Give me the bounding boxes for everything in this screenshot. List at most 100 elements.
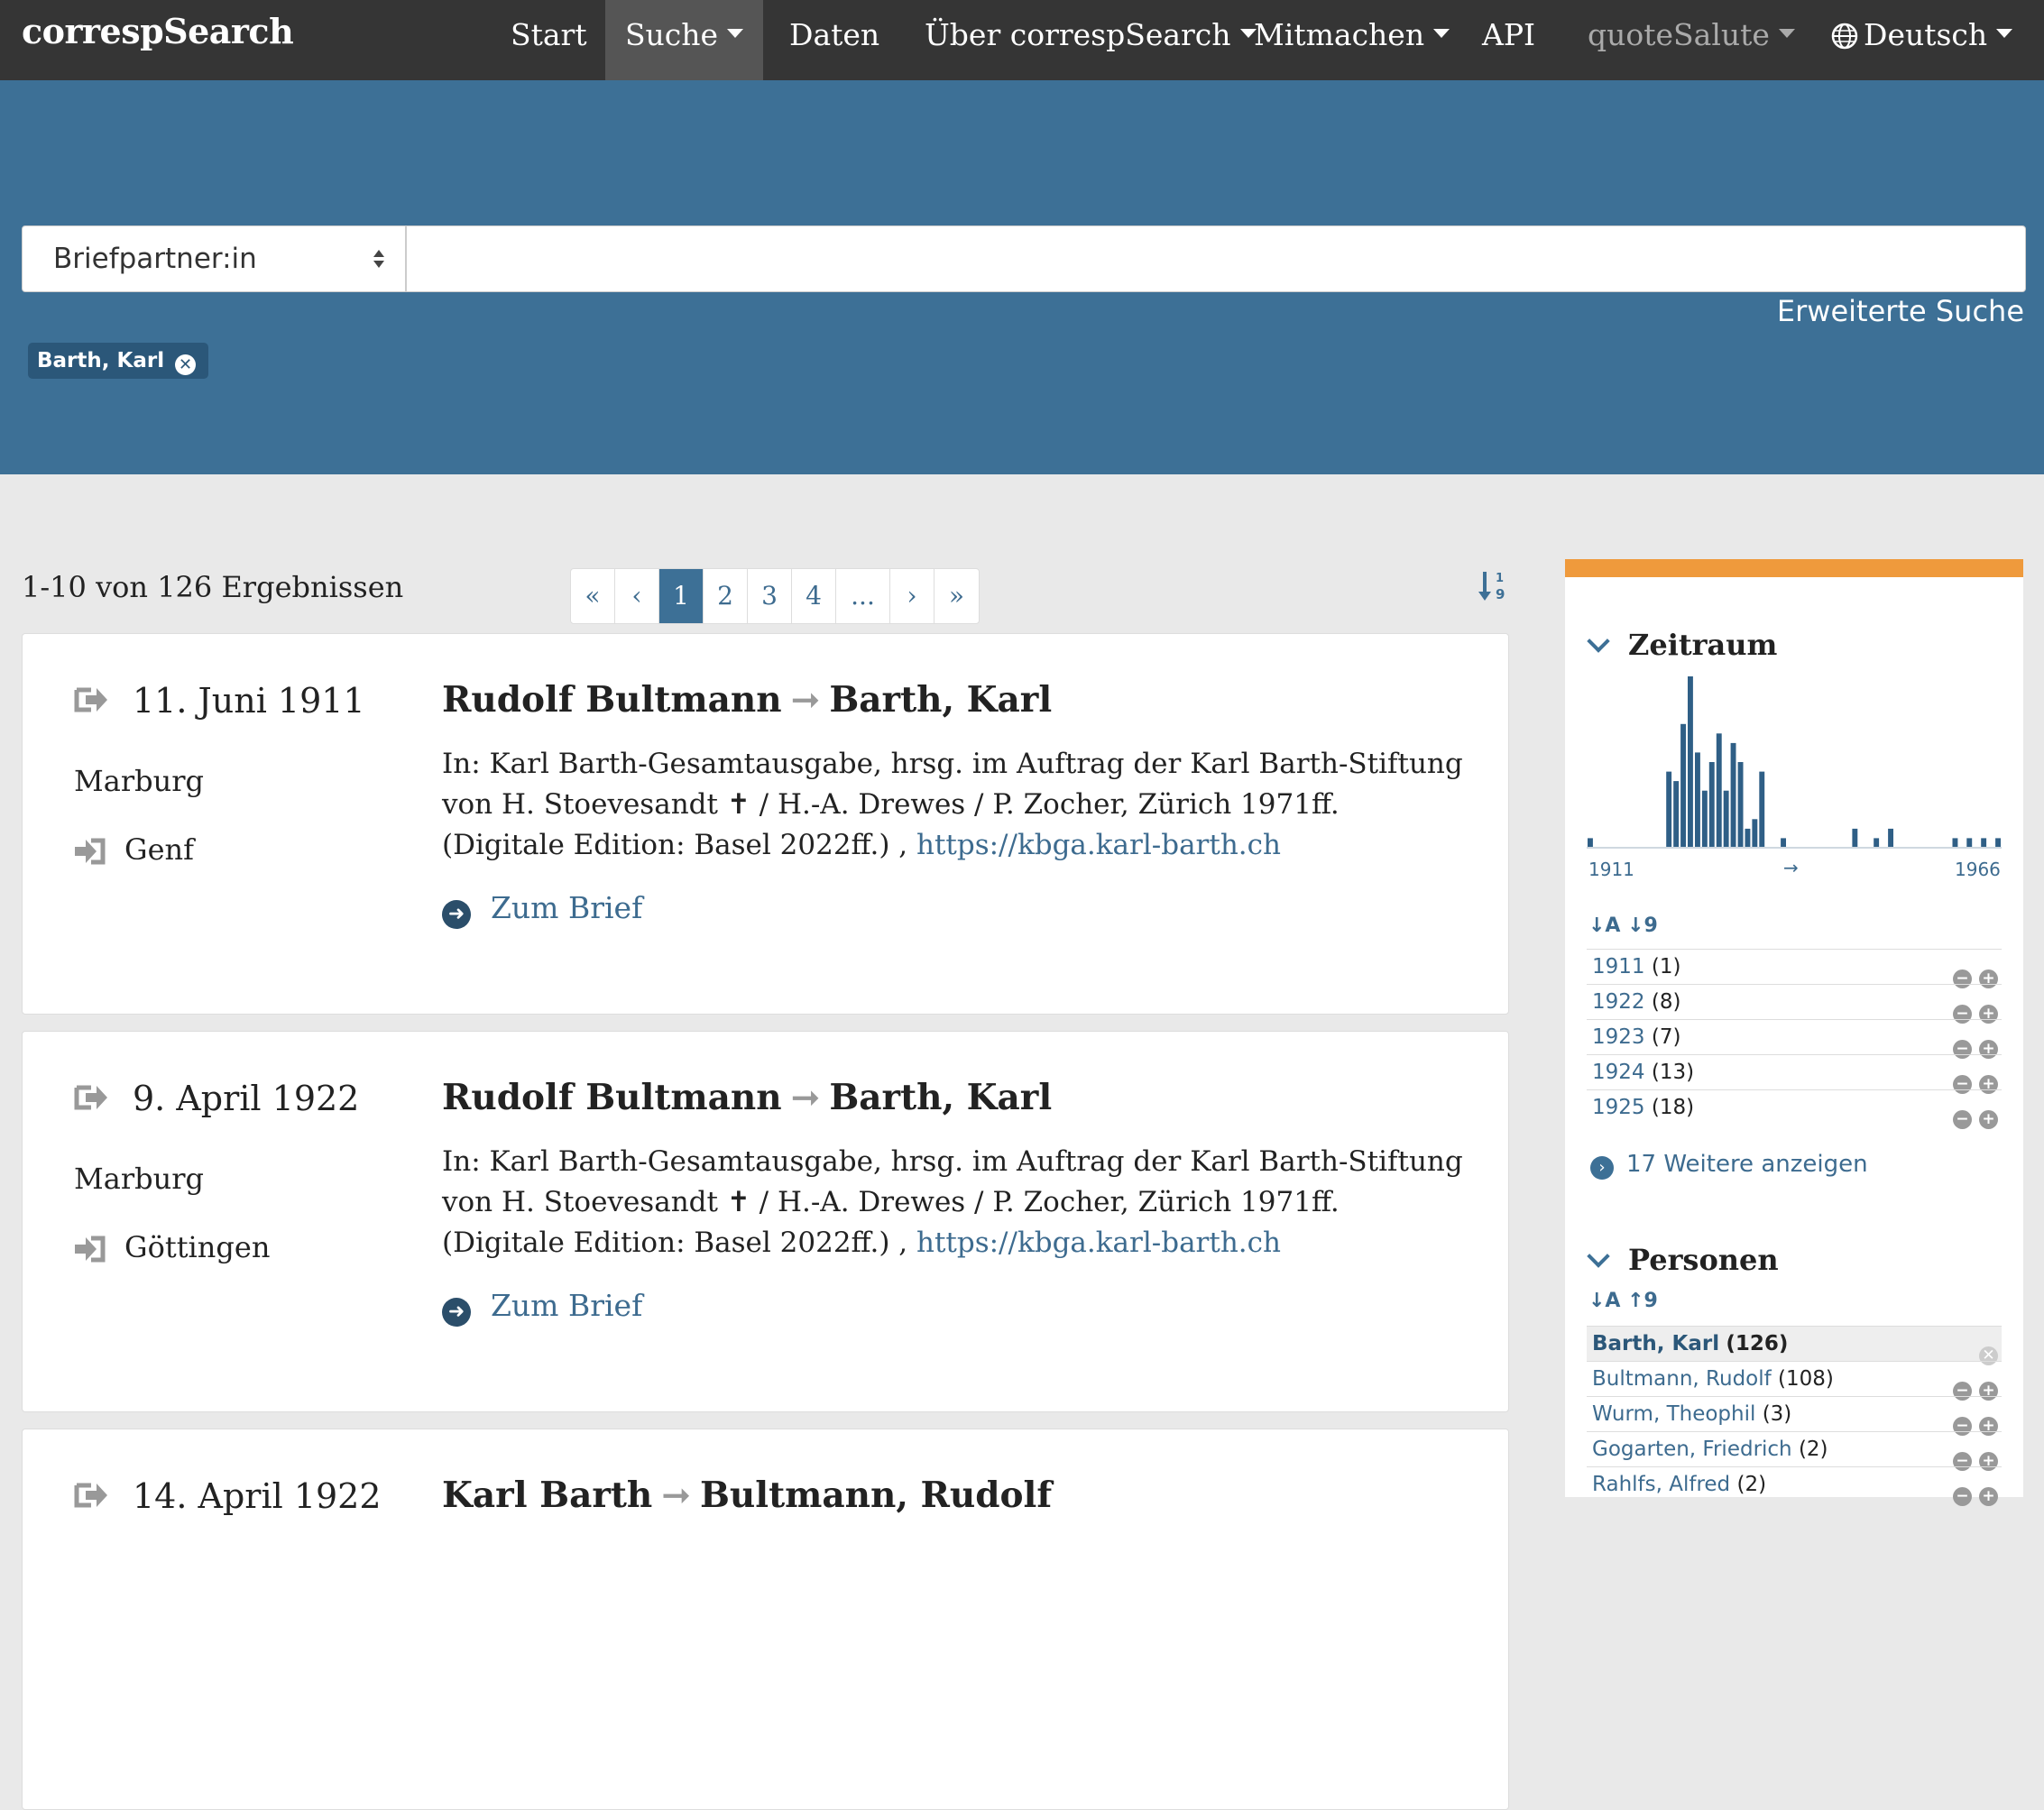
facet-row-person[interactable]: Rahlfs, Alfred (2) − + [1587, 1466, 2002, 1506]
sort-icon[interactable]: 1 9 [1476, 568, 1512, 604]
receive-letter-icon [75, 1236, 106, 1263]
chevron-down-icon [1587, 1245, 1610, 1268]
search-field-select[interactable]: Briefpartner:in [22, 225, 406, 292]
sender-name: Rudolf Bultmann [442, 1077, 782, 1118]
source-url-link[interactable]: https://kbga.karl-barth.ch [916, 829, 1281, 861]
page-prev[interactable]: ‹ [615, 569, 659, 623]
advanced-search-link[interactable]: Erweiterte Suche [1777, 294, 2024, 328]
correspondents: Rudolf Bultmann ➞ Barth, Karl [442, 679, 1052, 721]
histogram-bar[interactable] [1952, 838, 1958, 848]
include-icon[interactable]: + [1979, 1487, 1998, 1506]
facet-row-person[interactable]: Bultmann, Rudolf (108) − + [1587, 1361, 2002, 1401]
exclude-icon[interactable]: − [1953, 1487, 1972, 1506]
result-card: 11. Juni 1911 Marburg Genf Rudolf Bultma… [22, 633, 1509, 1015]
facet-row-year[interactable]: 1924 (13) − + [1587, 1054, 2002, 1094]
page-next[interactable]: › [890, 569, 935, 623]
to-letter-label: Zum Brief [491, 890, 643, 925]
nav-suche[interactable]: Suche [605, 0, 763, 80]
result-card: 9. April 1922 Marburg Göttingen Rudolf B… [22, 1031, 1509, 1412]
letter-date: 9. April 1922 [133, 1079, 360, 1118]
source-citation: In: Karl Barth-Gesamtausgabe, hrsg. im A… [442, 1142, 1470, 1263]
zeitraum-list: 1911 (1) − + 1922 (8) − + 1923 (7) − + 1924 (1… [1587, 949, 2002, 1129]
histogram-bar[interactable] [1759, 771, 1765, 848]
page-first[interactable]: « [571, 569, 615, 623]
receive-letter-icon [75, 838, 106, 865]
histogram-bar[interactable] [1680, 723, 1686, 848]
letter-date: 11. Juni 1911 [133, 681, 365, 721]
receiver-name: Bultmann, Rudolf [699, 1475, 1053, 1516]
histogram-bar[interactable] [1995, 838, 2001, 848]
letter-date: 14. April 1922 [133, 1476, 382, 1516]
histogram-bar[interactable] [1666, 771, 1672, 848]
correspondents: Rudolf Bultmann ➞ Barth, Karl [442, 1077, 1052, 1118]
svg-text:9: 9 [1496, 586, 1505, 602]
circle-arrow-right-icon: ➜ [442, 1298, 471, 1327]
nav-api[interactable]: API [1482, 0, 1535, 80]
histogram-bar[interactable] [1781, 838, 1786, 848]
facet-sidebar: Zeitraum 1911 → 1966 ↓A ↓9 1911 (1) − + 19… [1565, 559, 2023, 1506]
source-url-link[interactable]: https://kbga.karl-barth.ch [916, 1227, 1281, 1259]
arrow-right-icon: ➞ [661, 1475, 691, 1516]
place-received: Göttingen [124, 1230, 271, 1264]
facet-row-year[interactable]: 1911 (1) − + [1587, 949, 2002, 988]
page-2[interactable]: 2 [704, 569, 748, 623]
show-more-years-link[interactable]: › 17 Weitere anzeigen [1590, 1151, 1868, 1180]
nav-mitmachen[interactable]: Mitmachen [1254, 0, 1450, 80]
histogram-bar[interactable] [1981, 838, 1987, 848]
histogram-bar[interactable] [1874, 838, 1880, 848]
histogram-bar[interactable] [1966, 838, 1973, 848]
chevron-down-icon [727, 29, 744, 38]
histogram-bar[interactable] [1701, 790, 1708, 848]
timeline-histogram[interactable] [1587, 667, 2002, 857]
facet-row-year[interactable]: 1922 (8) − + [1587, 984, 2002, 1024]
histogram-bar[interactable] [1852, 828, 1858, 848]
personen-sort-icons[interactable]: ↓A ↑9 [1588, 1290, 1658, 1312]
nav-daten[interactable]: Daten [789, 0, 879, 80]
histogram-bar[interactable] [1716, 733, 1722, 848]
histogram-bar[interactable] [1708, 762, 1715, 848]
nav-language[interactable]: Deutsch [1831, 0, 2013, 80]
histogram-bar[interactable] [1745, 828, 1751, 848]
histogram-bar[interactable] [1752, 819, 1758, 848]
histogram-bar[interactable] [1588, 838, 1593, 848]
to-letter-link[interactable]: ➜ Zum Brief [442, 1288, 642, 1327]
remove-filter-icon[interactable]: ✕ [175, 354, 197, 375]
facet-row-person-selected[interactable]: Barth, Karl (126) ✕ [1587, 1326, 2002, 1365]
exclude-icon[interactable]: − [1953, 1110, 1972, 1129]
histogram-bar[interactable] [1688, 676, 1693, 848]
facet-row-person[interactable]: Gogarten, Friedrich (2) − + [1587, 1431, 2002, 1471]
page-4[interactable]: 4 [792, 569, 836, 623]
nav-start[interactable]: Start [511, 0, 587, 80]
active-filter-chip: Barth, Karl ✕ [28, 343, 209, 379]
to-letter-link[interactable]: ➜ Zum Brief [442, 890, 642, 929]
receiver-name: Barth, Karl [829, 1077, 1053, 1118]
facet-personen-toggle[interactable]: Personen [1587, 1243, 1779, 1277]
brand-logo[interactable]: correspSearch [22, 11, 294, 51]
histogram-bar[interactable] [1888, 828, 1893, 848]
histogram-bar[interactable] [1673, 781, 1680, 848]
facet-row-person[interactable]: Wurm, Theophil (3) − + [1587, 1396, 2002, 1436]
histogram-end-label: 1966 [1955, 859, 2001, 880]
include-icon[interactable]: + [1979, 1110, 1998, 1129]
active-filter-label: Barth, Karl [37, 349, 165, 372]
histogram-bar[interactable] [1730, 742, 1736, 848]
send-letter-icon [74, 1483, 107, 1508]
facet-row-year[interactable]: 1923 (7) − + [1587, 1019, 2002, 1059]
navbar: correspSearch Start Suche Daten Über cor… [0, 0, 2044, 80]
facet-zeitraum-toggle[interactable]: Zeitraum [1587, 628, 1777, 662]
histogram-bar[interactable] [1737, 762, 1744, 848]
histogram-bar[interactable] [1695, 752, 1700, 848]
histogram-bar[interactable] [1723, 790, 1729, 848]
receiver-name: Barth, Karl [829, 679, 1053, 721]
facet-row-year[interactable]: 1925 (18) − + [1587, 1089, 2002, 1129]
place-sent: Marburg [74, 1162, 205, 1196]
search-input[interactable] [406, 225, 2026, 292]
page-3[interactable]: 3 [748, 569, 792, 623]
nav-quotesalute[interactable]: quoteSalute [1588, 0, 1795, 80]
page-last[interactable]: » [935, 569, 979, 623]
nav-ueber[interactable]: Über correspSearch [925, 0, 1257, 80]
page-1[interactable]: 1 [659, 569, 704, 623]
chevron-down-icon [1587, 629, 1610, 653]
zeitraum-sort-icons[interactable]: ↓A ↓9 [1588, 914, 1658, 937]
send-letter-icon [74, 1085, 107, 1110]
